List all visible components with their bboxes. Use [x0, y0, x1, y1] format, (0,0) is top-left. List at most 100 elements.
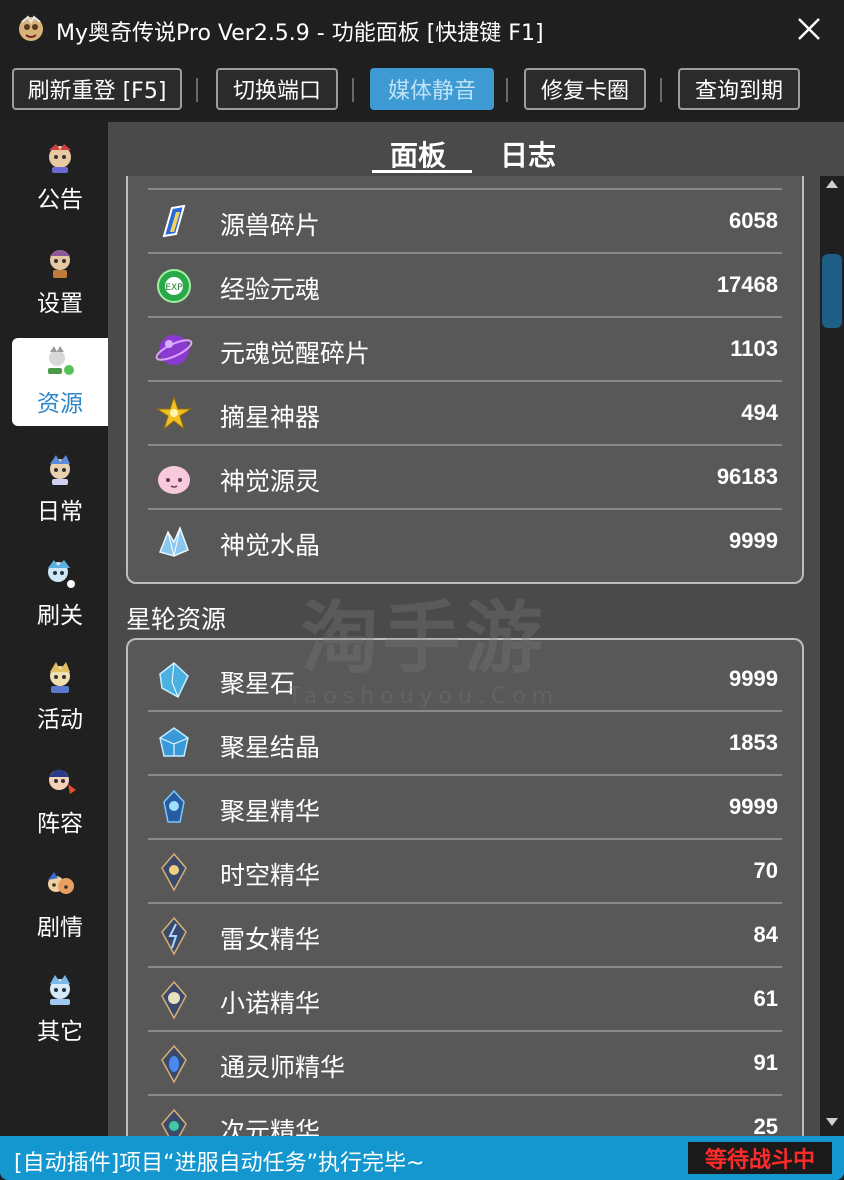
query-expiry-button[interactable]: 查询到期 [678, 68, 800, 110]
resource-name: 聚星结晶 [220, 733, 321, 762]
star-artifact-icon [155, 395, 193, 431]
status-bar: [自动插件]项目“进服自动任务”执行完毕~ 等待战斗中 [0, 1136, 844, 1180]
scroll-down-arrow-icon[interactable] [824, 1114, 840, 1130]
resource-name: 次元精华 [220, 1117, 321, 1136]
star-wheel-panel: 聚星石 9999 聚星结晶 1853 聚星精华 9999 时空精华 70 雷女精… [126, 638, 804, 1136]
resource-name: 时空精华 [220, 861, 321, 890]
resource-value: 96183 [716, 464, 778, 489]
svg-text:EXP: EXP [165, 283, 183, 293]
close-button[interactable] [792, 12, 826, 46]
resource-name: 元魂觉醒碎片 [220, 339, 371, 368]
sidebar-item-settings[interactable]: 设置 [12, 238, 108, 326]
table-row: 次元精华 25 [148, 1096, 782, 1136]
sidebar-item-label: 活动 [37, 707, 83, 733]
vertical-scrollbar[interactable] [820, 176, 844, 1136]
resource-value: 6058 [729, 208, 778, 233]
table-row: 聚星石 9999 [148, 648, 782, 712]
sidebar-item-label: 资源 [37, 391, 83, 417]
resource-value: 9999 [729, 794, 778, 819]
media-mute-button[interactable]: 媒体静音 [370, 68, 494, 110]
thunder-essence-icon [161, 916, 187, 956]
sidebar-item-daily[interactable]: 日常 [12, 446, 108, 534]
other-icon [50, 975, 70, 1005]
dimension-essence-icon [161, 1108, 187, 1136]
resource-name: 小诺精华 [220, 989, 321, 1018]
story-icon [48, 872, 74, 894]
table-row: 通灵师精华 91 [148, 1032, 782, 1096]
title-bar: My奥奇传说Pro Ver2.5.9 - 功能面板 [快捷键 F1] [0, 0, 844, 60]
resource-value: 1103 [730, 336, 778, 361]
tab-log[interactable]: 日志 [500, 134, 556, 174]
resource-name: 神觉水晶 [220, 531, 321, 560]
resource-panel: 源兽碎片 6058 EXP 经验元魂 17468 元魂觉醒碎片 1103 摘星神… [126, 176, 804, 584]
scrollbar-thumb[interactable] [822, 254, 842, 328]
sidebar-item-story[interactable]: 剧情 [12, 862, 108, 950]
stage-icon [48, 560, 75, 588]
resource-value: 70 [753, 858, 778, 883]
resource-value: 61 [753, 986, 778, 1011]
resource-scroll-area[interactable]: 源兽碎片 6058 EXP 经验元魂 17468 元魂觉醒碎片 1103 摘星神… [108, 176, 820, 1136]
toolbar-divider [506, 78, 508, 102]
refresh-relogin-button[interactable]: 刷新重登 [F5] [12, 68, 182, 110]
star-crystal-icon [159, 727, 189, 757]
resource-value: 84 [753, 922, 778, 947]
table-row: 摘星神器 494 [148, 382, 782, 446]
toolbar-divider [196, 78, 198, 102]
event-icon [50, 662, 70, 693]
sidebar-item-label: 公告 [37, 187, 83, 213]
daily-icon [50, 455, 70, 485]
table-row: 时空精华 70 [148, 840, 782, 904]
status-badge: 等待战斗中 [688, 1142, 832, 1174]
table-row: 神觉源灵 96183 [148, 446, 782, 510]
sidebar-item-stage[interactable]: 刷关 [12, 550, 108, 638]
sidebar-item-label: 日常 [37, 499, 83, 525]
resource-name: 通灵师精华 [220, 1053, 346, 1082]
sidebar-item-lineup[interactable]: 阵容 [12, 758, 108, 846]
resource-name: 聚星精华 [220, 797, 321, 826]
tab-bar: 面板 日志 [108, 122, 844, 176]
xiaonuo-essence-icon [161, 980, 187, 1020]
soul-awaken-shard-icon [155, 335, 193, 365]
main-content: 面板 日志 源兽碎片 6058 EXP 经验元魂 17468 元魂觉醒碎片 11… [108, 122, 844, 1136]
sidebar-item-resources[interactable]: 资源 [12, 338, 108, 426]
resource-name: 神觉源灵 [220, 467, 321, 496]
divine-spirit-icon [158, 466, 190, 494]
toolbar-divider [352, 78, 354, 102]
sidebar-item-label: 设置 [37, 291, 83, 317]
table-row [148, 176, 782, 190]
resource-value: 9999 [729, 528, 778, 553]
close-icon [798, 18, 820, 40]
tab-panel[interactable]: 面板 [390, 134, 446, 174]
resource-name: 雷女精华 [220, 925, 321, 954]
sidebar-item-event[interactable]: 活动 [12, 654, 108, 742]
fix-stuck-button[interactable]: 修复卡圈 [524, 68, 646, 110]
sidebar-item-label: 其它 [37, 1019, 83, 1045]
sidebar-item-other[interactable]: 其它 [12, 966, 108, 1054]
status-message: [自动插件]项目“进服自动任务”执行完毕~ [14, 1151, 425, 1176]
switch-port-button[interactable]: 切换端口 [216, 68, 338, 110]
resources-icon [48, 346, 74, 375]
resource-value: 25 [753, 1114, 778, 1136]
medium-essence-icon [161, 1044, 187, 1084]
resource-value: 9999 [729, 666, 778, 691]
resource-value: 1853 [729, 730, 778, 755]
resource-name: 摘星神器 [220, 403, 321, 432]
table-row: 聚星精华 9999 [148, 776, 782, 840]
resource-value: 17468 [716, 272, 778, 297]
resource-name: 聚星石 [220, 669, 296, 698]
scroll-up-arrow-icon[interactable] [824, 176, 840, 192]
exp-soul-icon: EXP [157, 269, 191, 303]
table-row: 雷女精华 84 [148, 904, 782, 968]
window-title: My奥奇传说Pro Ver2.5.9 - 功能面板 [快捷键 F1] [56, 21, 544, 46]
toolbar-divider [660, 78, 662, 102]
star-stone-icon [159, 662, 189, 699]
sidebar-item-notice[interactable]: 公告 [12, 134, 108, 222]
table-row: 神觉水晶 9999 [148, 510, 782, 574]
table-row: 小诺精华 61 [148, 968, 782, 1032]
table-row: EXP 经验元魂 17468 [148, 254, 782, 318]
toolbar: 刷新重登 [F5] 切换端口 媒体静音 修复卡圈 查询到期 [0, 60, 844, 118]
app-logo-icon [19, 15, 43, 41]
sidebar-item-label: 刷关 [37, 603, 83, 629]
sidebar-item-label: 阵容 [37, 811, 83, 837]
sidebar-item-label: 剧情 [37, 915, 83, 941]
